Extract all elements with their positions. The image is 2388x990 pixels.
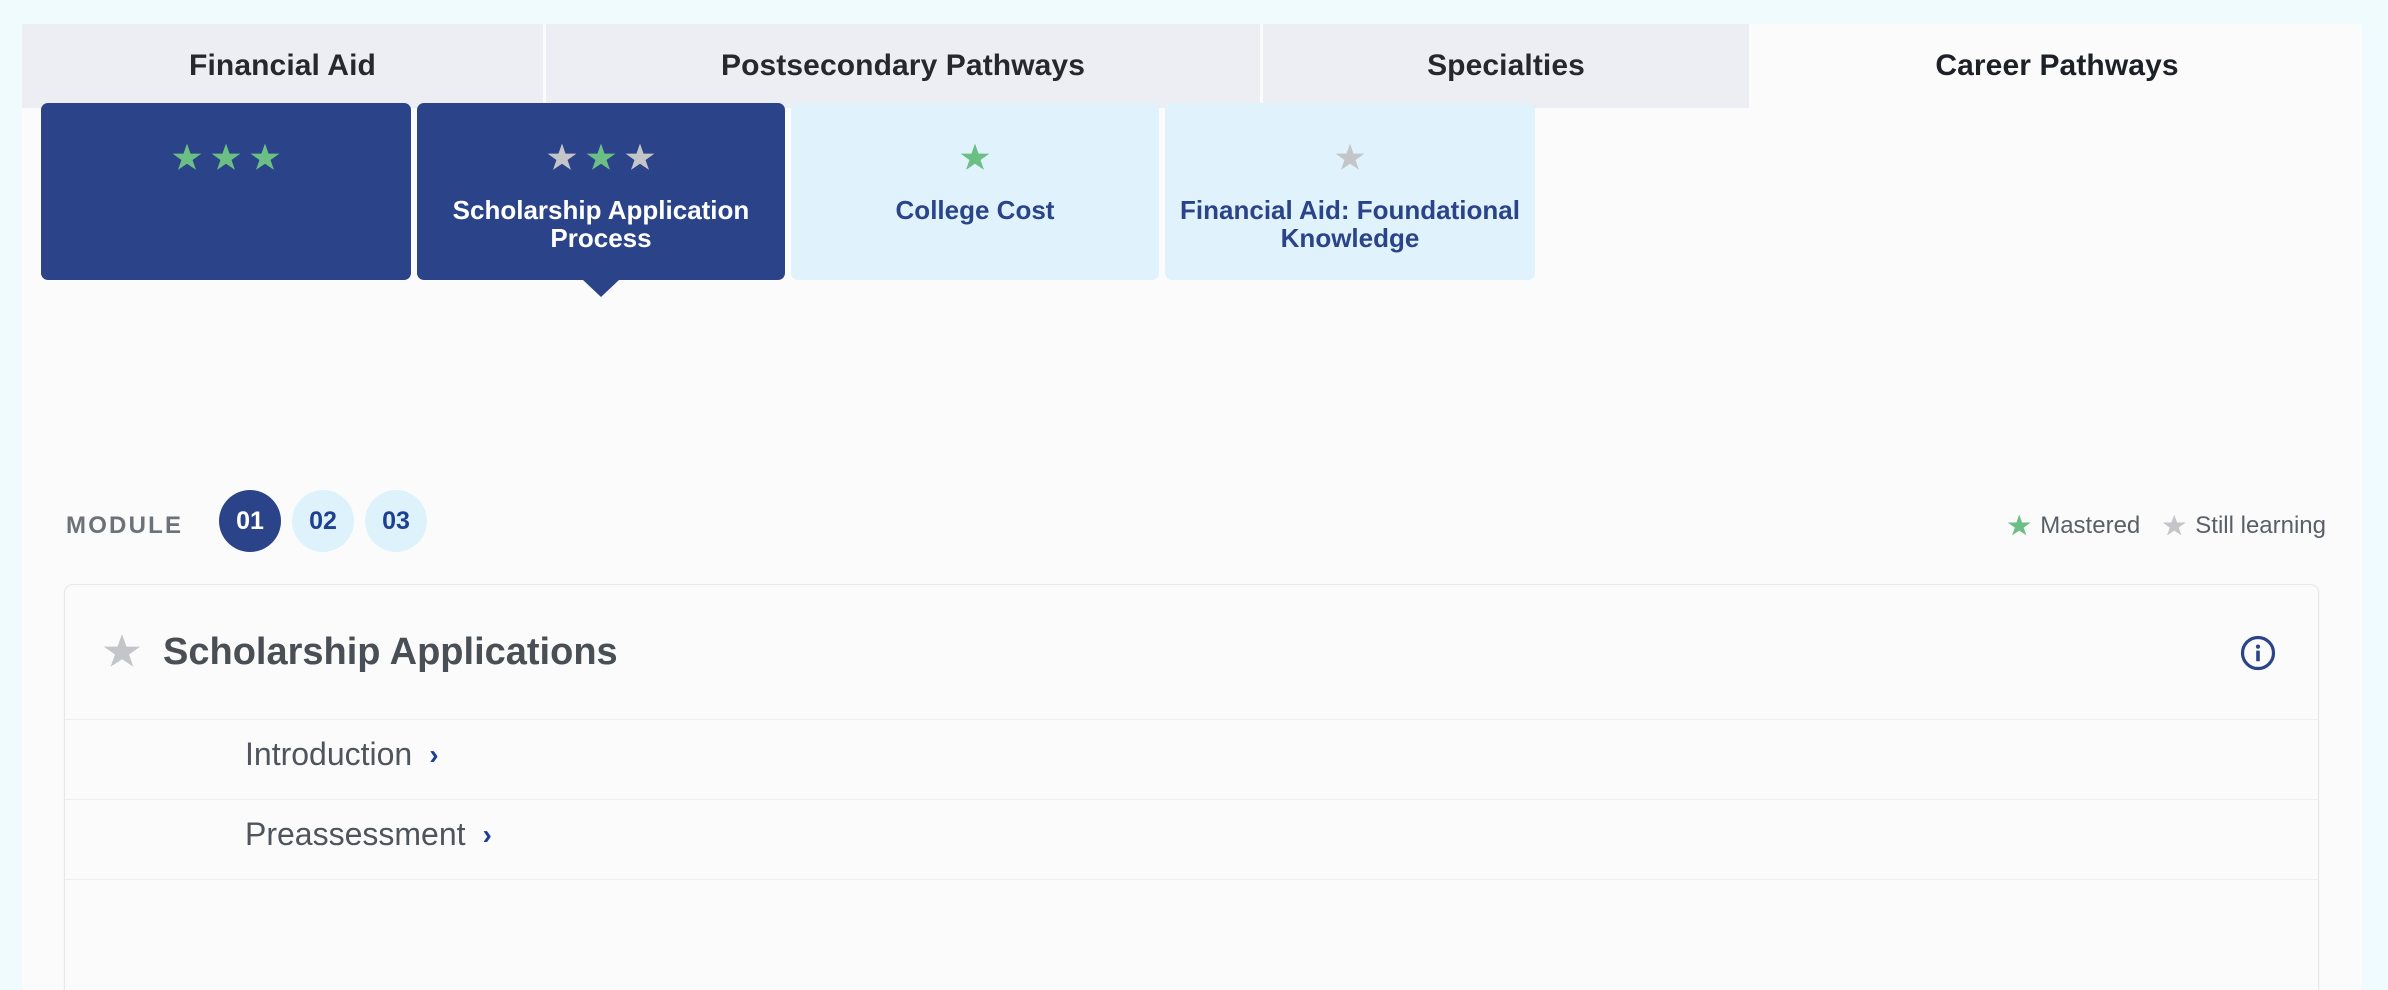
module-content-panel: Scholarship Applications Introduction › …: [64, 584, 2319, 990]
card-title: Scholarship Application Process: [452, 195, 750, 254]
legend-still-learning: Still learning: [2162, 512, 2326, 540]
star-still-learning-icon: [103, 634, 141, 667]
tab-postsecondary-pathways[interactable]: Postsecondary Pathways: [546, 24, 1263, 108]
card-title: College Cost: [895, 195, 1055, 225]
star-still-learning-icon: [1335, 143, 1365, 170]
legend-mastered-label: Mastered: [2040, 512, 2141, 539]
topic-card-0[interactable]: [41, 103, 411, 280]
module-selector-row: MODULE 01 02 03 Mastered Still learning: [22, 490, 2362, 570]
star-mastered-icon: [211, 143, 241, 170]
card-star-rating: [547, 138, 655, 178]
card-star-rating: [1335, 138, 1365, 178]
star-mastered-icon: [960, 143, 990, 170]
panel-divider: [65, 719, 2318, 720]
app-container: Financial Aid Postsecondary Pathways Spe…: [22, 24, 2362, 990]
star-still-learning-icon: [547, 143, 577, 170]
star-mastered-icon: [250, 143, 280, 170]
panel-divider: [65, 799, 2318, 800]
module-pill-02[interactable]: 02: [292, 490, 354, 552]
card-star-rating: [960, 138, 990, 178]
lesson-item-introduction[interactable]: Introduction ›: [245, 736, 439, 773]
tab-label: Financial Aid: [189, 49, 376, 82]
chevron-right-icon: ›: [429, 738, 439, 770]
lesson-item-label: Preassessment: [245, 816, 466, 852]
star-mastered-icon: [2007, 514, 2031, 536]
legend-mastered: Mastered: [2007, 512, 2140, 540]
module-label: MODULE: [66, 512, 184, 539]
panel-header: Scholarship Applications: [65, 585, 2318, 719]
tab-financial-aid[interactable]: Financial Aid: [22, 24, 546, 108]
star-mastered-icon: [586, 143, 616, 170]
topic-card-row: Scholarship Application Process College …: [41, 103, 2343, 303]
tab-specialties[interactable]: Specialties: [1263, 24, 1752, 108]
module-pill-03[interactable]: 03: [365, 490, 427, 552]
selected-card-pointer: [583, 280, 619, 297]
module-pill-number: 01: [236, 506, 264, 535]
module-pill-number: 03: [382, 506, 410, 535]
tab-label: Specialties: [1427, 49, 1585, 82]
module-pill-01[interactable]: 01: [219, 490, 281, 552]
star-legend: Mastered Still learning: [2007, 512, 2326, 540]
topic-card-financial-aid-foundational-knowledge[interactable]: Financial Aid: Foundational Knowledge: [1165, 103, 1535, 280]
module-pill-number: 02: [309, 506, 337, 535]
tab-label: Career Pathways: [1935, 49, 2179, 82]
star-mastered-icon: [172, 143, 202, 170]
chevron-right-icon: ›: [482, 818, 492, 850]
lesson-item-label: Introduction: [245, 736, 413, 772]
module-pill-group: 01 02 03: [219, 490, 427, 552]
tab-bar: Financial Aid Postsecondary Pathways Spe…: [22, 24, 2362, 108]
star-still-learning-icon: [2162, 514, 2186, 536]
topic-card-scholarship-application-process[interactable]: Scholarship Application Process: [417, 103, 785, 297]
lesson-item-preassessment[interactable]: Preassessment ›: [245, 816, 492, 853]
page-background: Financial Aid Postsecondary Pathways Spe…: [0, 0, 2388, 990]
card-title: Financial Aid: Foundational Knowledge: [1180, 195, 1520, 254]
star-still-learning-icon: [625, 143, 655, 170]
tab-label: Postsecondary Pathways: [720, 49, 1086, 82]
topic-card-college-cost[interactable]: College Cost: [791, 103, 1159, 280]
legend-still-learning-label: Still learning: [2195, 512, 2326, 539]
panel-title: Scholarship Applications: [163, 630, 618, 673]
tab-career-pathways[interactable]: Career Pathways: [1752, 24, 2362, 108]
info-circle-icon[interactable]: [2240, 635, 2276, 671]
card-star-rating: [172, 138, 280, 178]
panel-divider: [65, 879, 2318, 880]
